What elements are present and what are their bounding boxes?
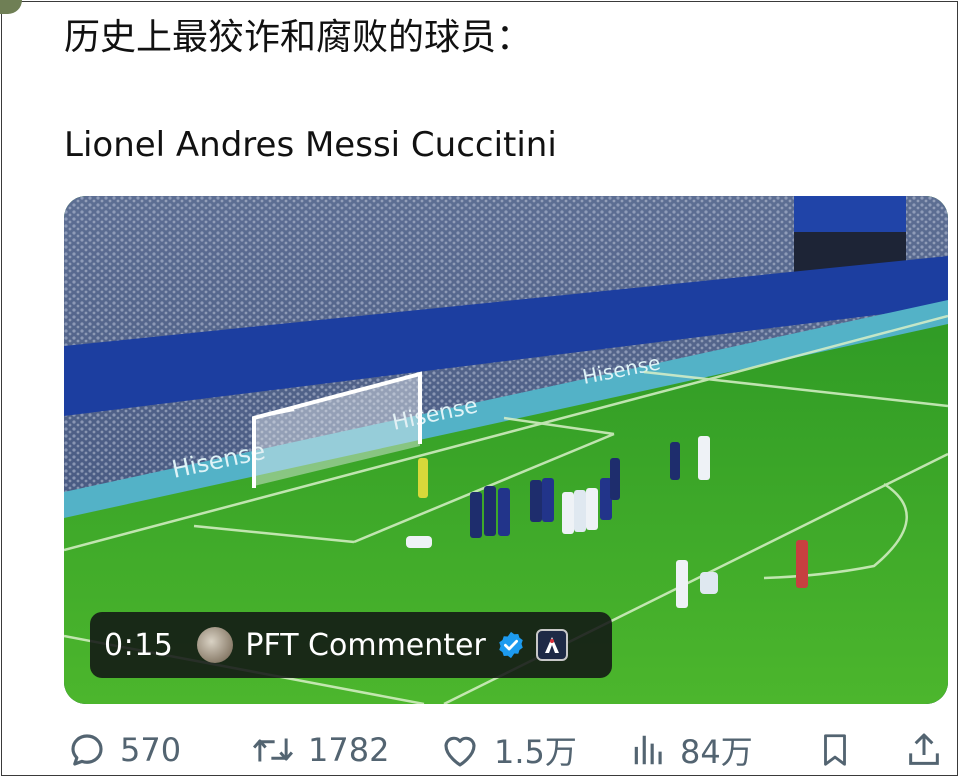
video-duration: 0:15 (104, 627, 174, 663)
player-down (406, 536, 432, 548)
repost-icon (252, 738, 294, 762)
reply-count: 570 (120, 731, 182, 769)
player-messi (676, 560, 688, 608)
action-bar: 570 1782 1.5万 84万 (64, 724, 948, 776)
like-icon (444, 736, 476, 767)
player-crouching (700, 572, 718, 594)
views-button[interactable]: 84万 (630, 724, 753, 776)
like-count: 1.5万 (494, 733, 577, 771)
video-info-overlay: 0:15 PFT Commenter (90, 612, 612, 678)
reply-icon (71, 734, 103, 766)
reply-button[interactable]: 570 (66, 724, 181, 776)
author-avatar[interactable] (197, 627, 234, 663)
affiliate-logo-icon (535, 629, 568, 661)
video-player[interactable]: Hisense Hisense Hisense 0:15 PFT Comment… (64, 196, 948, 704)
share-button[interactable] (904, 724, 944, 776)
post-text-line-2: Lionel Andres Messi Cuccitini (64, 125, 557, 165)
post-text-line-1: 历史上最狡诈和腐败的球员： (64, 17, 533, 58)
stadium-screen (794, 196, 906, 232)
goalkeeper (418, 458, 428, 498)
views-count: 84万 (680, 733, 753, 771)
like-button[interactable]: 1.5万 (438, 724, 577, 776)
bookmark-icon (824, 734, 846, 766)
share-icon (909, 733, 939, 765)
views-icon (634, 735, 662, 765)
bookmark-button[interactable] (816, 724, 854, 776)
repost-button[interactable]: 1782 (250, 724, 389, 776)
referee (796, 540, 808, 588)
verified-badge-icon (499, 631, 523, 659)
repost-count: 1782 (308, 731, 390, 769)
author-name[interactable]: PFT Commenter (245, 628, 485, 663)
